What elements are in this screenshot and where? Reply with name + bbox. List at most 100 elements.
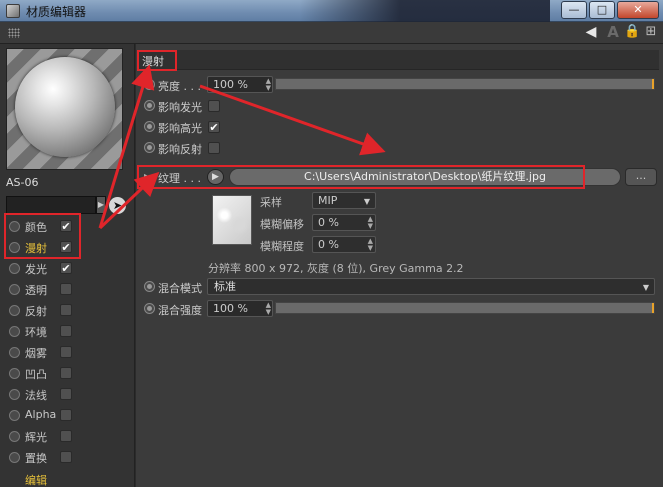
app-icon [6, 4, 20, 18]
channel-radio[interactable] [9, 347, 20, 358]
channel-label: 反射 [25, 305, 47, 318]
blend-strength-field[interactable]: 100 % ▲ ▼ [207, 300, 273, 317]
properties-panel: 漫射 亮度 . . . 100 % ▲ ▼ 影响发光 影响高光 ✔ 影响反射 ▶ 纹… [136, 44, 663, 487]
channel-checkbox[interactable] [60, 367, 72, 379]
channel-radio[interactable] [9, 452, 20, 463]
channel-checkbox[interactable] [60, 304, 72, 316]
affect-specular-radio[interactable] [144, 121, 155, 132]
a-icon[interactable]: A [605, 24, 621, 40]
channel-radio[interactable] [9, 263, 20, 274]
channel-label: Alpha [25, 408, 57, 421]
blur-offset-field[interactable]: 0 % ▲ ▼ [312, 214, 376, 231]
minimize-button[interactable]: — [561, 1, 587, 19]
channel-radio[interactable] [9, 368, 20, 379]
channel-radio[interactable] [9, 389, 20, 400]
channel-item[interactable]: 反射 [0, 300, 135, 321]
spin-arrows-icon[interactable]: ▲ ▼ [266, 302, 271, 316]
material-name-field[interactable] [6, 196, 96, 214]
channel-item[interactable]: 置换 [0, 447, 135, 468]
blend-strength-radio[interactable] [144, 303, 155, 314]
channel-checkbox[interactable]: ✔ [60, 262, 72, 274]
blend-mode-dropdown[interactable]: 标准 ▼ [207, 278, 655, 295]
annotation-box-section-title [137, 50, 177, 71]
texture-thumbnail[interactable] [212, 195, 252, 245]
brightness-radio[interactable] [144, 79, 155, 90]
channel-radio[interactable] [9, 431, 20, 442]
grip-icon[interactable] [8, 28, 20, 38]
channel-label: 辉光 [25, 431, 47, 444]
texture-info: 分辨率 800 x 972, 灰度 (8 位), Grey Gamma 2.2 [208, 262, 464, 275]
maximize-button[interactable]: □ [589, 1, 615, 19]
channel-panel: AS-06 ▶ ➤ 颜色 ✔ 漫射 ✔ 发光 ✔ 透明 反射 环境 烟雾 凹凸 法线 Alpha 辉光 置换… [0, 44, 135, 487]
pointer-icon[interactable]: ➤ [109, 197, 126, 214]
channel-checkbox[interactable] [60, 451, 72, 463]
channel-radio[interactable] [9, 284, 20, 295]
channel-item[interactable]: Alpha [0, 405, 135, 426]
brightness-value: 100 % [213, 78, 248, 91]
brightness-slider[interactable] [275, 78, 655, 90]
blend-strength-slider[interactable] [275, 302, 655, 314]
affect-specular-row: 影响高光 ✔ [136, 117, 663, 137]
toolbar: ◀ A 🔒 ⊞ [0, 22, 663, 44]
window-controls: — □ ✕ [561, 1, 659, 19]
edit-tab[interactable]: 编辑 [25, 472, 47, 487]
affect-reflection-label: 影响反射 [158, 143, 202, 156]
spin-arrows-icon[interactable]: ▲ ▼ [368, 216, 373, 230]
channel-item[interactable]: 透明 [0, 279, 135, 300]
blur-scale-field[interactable]: 0 % ▲ ▼ [312, 236, 376, 253]
affect-luminance-checkbox[interactable] [208, 100, 220, 112]
section-header: 漫射 [138, 50, 659, 70]
blend-strength-label: 混合强度 [158, 304, 202, 317]
expand-arrow-icon[interactable]: ▶ [96, 196, 106, 214]
chevron-down-icon: ▼ [363, 197, 370, 206]
affect-reflection-row: 影响反射 [136, 138, 663, 158]
blur-offset-value: 0 % [318, 216, 339, 229]
sampling-value: MIP [318, 194, 338, 207]
blur-scale-value: 0 % [318, 238, 339, 251]
lock-icon[interactable]: 🔒 [624, 24, 640, 40]
affect-luminance-row: 影响发光 [136, 96, 663, 116]
title-bar: 材质编辑器 — □ ✕ [0, 0, 663, 22]
channel-item[interactable]: 辉光 [0, 426, 135, 447]
affect-specular-checkbox[interactable]: ✔ [208, 121, 220, 133]
add-icon[interactable]: ⊞ [643, 24, 659, 40]
channel-label: 透明 [25, 284, 47, 297]
channel-checkbox[interactable] [60, 409, 72, 421]
affect-specular-label: 影响高光 [158, 122, 202, 135]
chevron-down-icon: ▼ [642, 283, 649, 292]
channel-radio[interactable] [9, 410, 20, 421]
blur-offset-label: 模糊偏移 [260, 218, 304, 231]
channel-checkbox[interactable] [60, 388, 72, 400]
channel-item[interactable]: 法线 [0, 384, 135, 405]
channel-checkbox[interactable] [60, 430, 72, 442]
blend-mode-radio[interactable] [144, 281, 155, 292]
channel-item[interactable]: 发光 ✔ [0, 258, 135, 279]
sampling-dropdown[interactable]: MIP ▼ [312, 192, 376, 209]
brightness-field[interactable]: 100 % ▲ ▼ [207, 76, 273, 93]
blend-mode-value: 标准 [214, 280, 236, 293]
channel-checkbox[interactable] [60, 325, 72, 337]
channel-item[interactable]: 环境 [0, 321, 135, 342]
blend-mode-label: 混合模式 [158, 282, 202, 295]
material-preview[interactable] [6, 48, 123, 170]
channel-checkbox[interactable] [60, 283, 72, 295]
arrow-icon[interactable]: ◀ [580, 24, 602, 40]
close-button[interactable]: ✕ [617, 1, 659, 19]
affect-luminance-radio[interactable] [144, 100, 155, 111]
affect-reflection-radio[interactable] [144, 142, 155, 153]
channel-item[interactable]: 凹凸 [0, 363, 135, 384]
texture-browse-button[interactable]: ... [625, 168, 657, 186]
window-title: 材质编辑器 [26, 5, 87, 19]
affect-reflection-checkbox[interactable] [208, 142, 220, 154]
channel-item[interactable]: 烟雾 [0, 342, 135, 363]
preview-sphere [15, 57, 115, 157]
channel-radio[interactable] [9, 326, 20, 337]
channel-checkbox[interactable] [60, 346, 72, 358]
channel-label: 法线 [25, 389, 47, 402]
annotation-box-channels [4, 213, 81, 259]
spin-arrows-icon[interactable]: ▲ ▼ [368, 238, 373, 252]
channel-radio[interactable] [9, 305, 20, 316]
spin-arrows-icon[interactable]: ▲ ▼ [266, 78, 271, 92]
blend-mode-row: 混合模式 标准 ▼ [136, 277, 663, 297]
affect-luminance-label: 影响发光 [158, 101, 202, 114]
